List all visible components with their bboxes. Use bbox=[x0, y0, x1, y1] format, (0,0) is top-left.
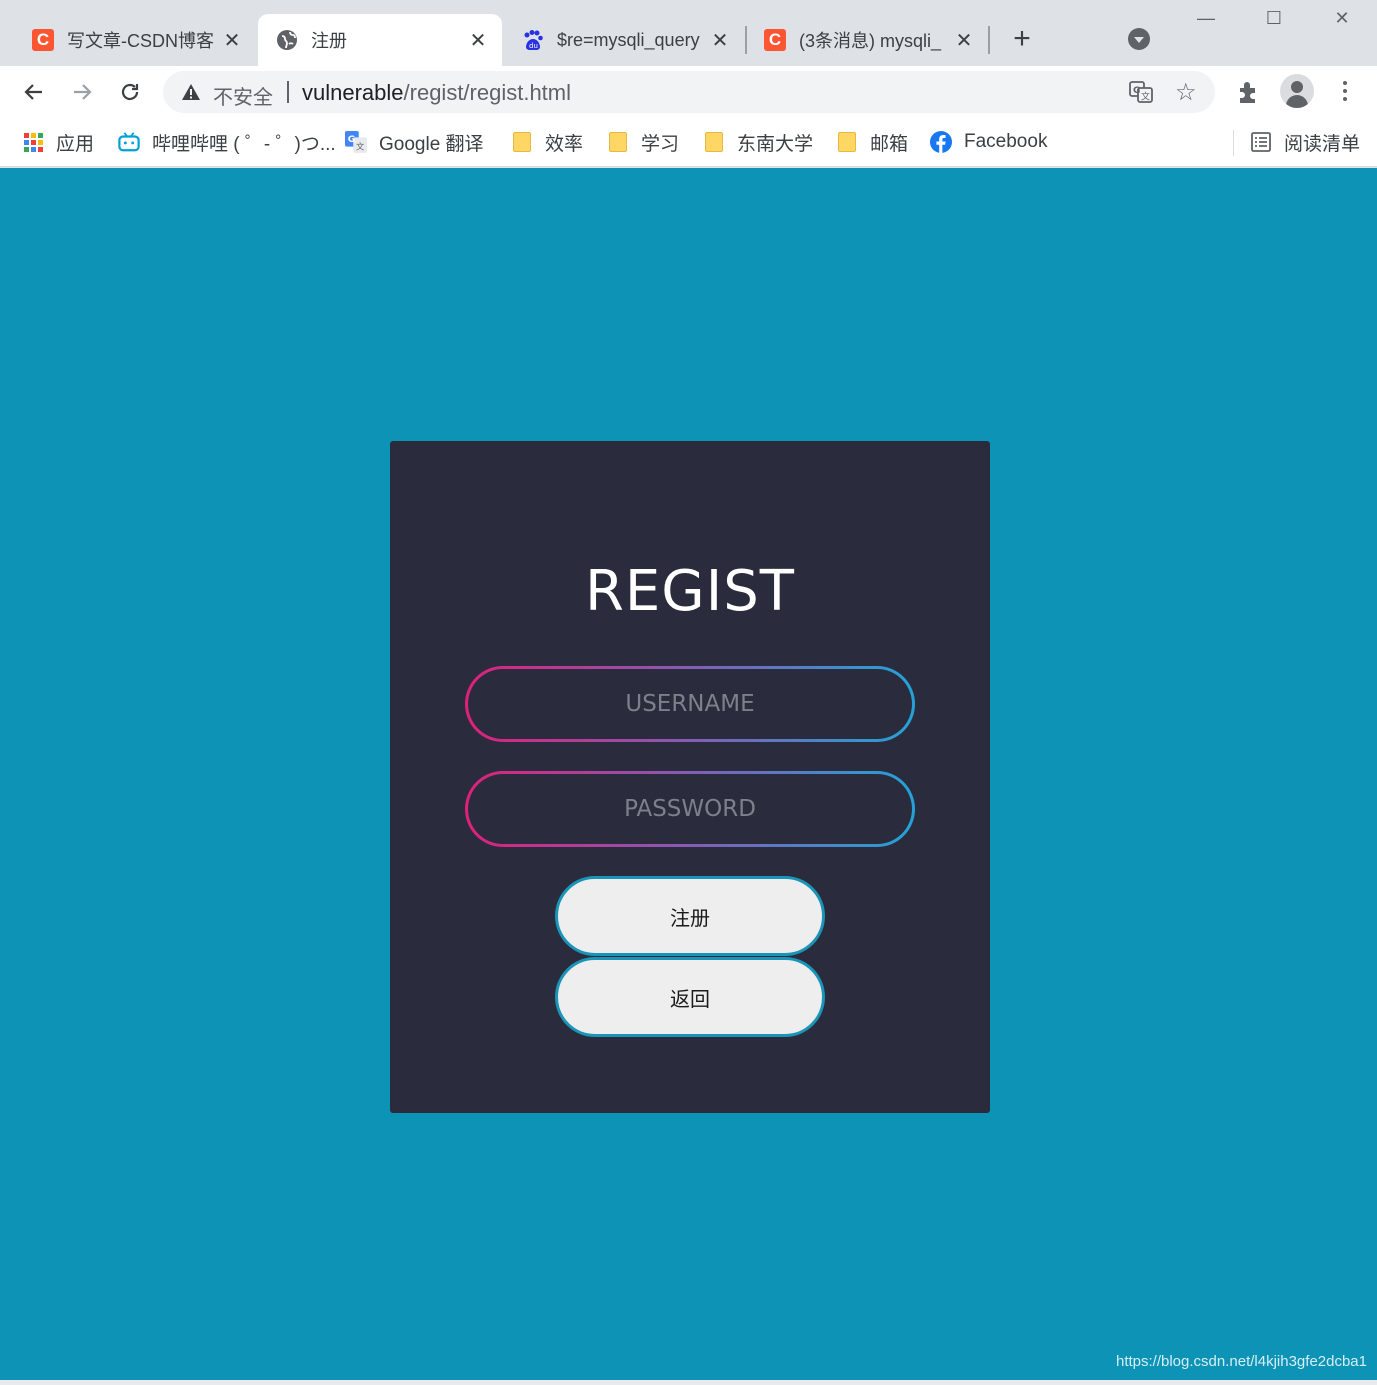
csdn-icon: C bbox=[32, 29, 54, 51]
svg-text:文: 文 bbox=[1141, 91, 1150, 103]
csdn-icon: C bbox=[764, 29, 786, 51]
bilibili-icon bbox=[118, 131, 140, 153]
address-divider bbox=[287, 81, 289, 103]
bookmark-label: 效率 bbox=[545, 133, 584, 155]
google-translate-icon: G文 bbox=[345, 131, 367, 153]
folder-icon bbox=[703, 131, 725, 153]
url-text[interactable]: vulnerable/regist/regist.html bbox=[302, 80, 571, 106]
reading-list-button[interactable]: 阅读清单 bbox=[1250, 127, 1360, 157]
form-title: REGIST bbox=[585, 559, 795, 624]
username-field-inner bbox=[468, 669, 912, 739]
baidu-icon: du bbox=[522, 29, 544, 51]
close-icon[interactable]: ✕ bbox=[710, 28, 730, 53]
bookmark-google-translate[interactable]: G文 Google 翻译 bbox=[345, 127, 484, 157]
svg-text:文: 文 bbox=[356, 141, 364, 151]
bookmark-star-icon[interactable]: ☆ bbox=[1175, 78, 1197, 107]
bookmark-label: 东南大学 bbox=[737, 133, 814, 155]
bookmark-label: 哔哩哔哩 ( ゜- ゜)つ... bbox=[152, 133, 336, 155]
url-path: /regist/regist.html bbox=[403, 80, 572, 105]
bookmark-folder-seu[interactable]: 东南大学 bbox=[703, 127, 813, 157]
tab-title: (3条消息) mysqli_ bbox=[799, 31, 942, 51]
tab-title: $re=mysqli_query bbox=[557, 29, 700, 50]
url-host: vulnerable bbox=[302, 80, 404, 105]
password-input[interactable] bbox=[490, 796, 890, 822]
svg-text:G: G bbox=[348, 134, 356, 145]
password-field-inner bbox=[468, 774, 912, 844]
back-icon[interactable] bbox=[18, 76, 50, 108]
svg-text:du: du bbox=[529, 42, 538, 50]
bookmark-separator bbox=[1233, 130, 1234, 156]
bookmark-facebook[interactable]: Facebook bbox=[930, 127, 1047, 157]
warning-icon[interactable] bbox=[181, 82, 201, 107]
tab-separator bbox=[988, 26, 990, 54]
bookmark-folder-study[interactable]: 学习 bbox=[607, 127, 679, 157]
tab-title: 注册 bbox=[311, 31, 347, 51]
bookmark-label: Google 翻译 bbox=[379, 133, 484, 155]
security-label[interactable]: 不安全 bbox=[213, 81, 273, 110]
window-close-icon[interactable]: ✕ bbox=[1322, 8, 1362, 38]
extensions-icon[interactable] bbox=[1236, 79, 1262, 105]
bookmark-label: Facebook bbox=[964, 131, 1048, 152]
bookmark-folder-efficiency[interactable]: 效率 bbox=[511, 127, 583, 157]
tab-csdn-write[interactable]: C 写文章-CSDN博客 ✕ bbox=[14, 14, 256, 66]
address-bar[interactable]: 不安全 vulnerable/regist/regist.html G文 ☆ bbox=[163, 71, 1215, 113]
folder-icon bbox=[836, 131, 858, 153]
browser-toolbar: 不安全 vulnerable/regist/regist.html G文 ☆ bbox=[0, 66, 1377, 118]
watermark-text: https://blog.csdn.net/l4kjih3gfe2dcba1 bbox=[1115, 1353, 1367, 1370]
folder-icon bbox=[511, 131, 533, 153]
facebook-icon bbox=[930, 131, 952, 153]
apps-icon bbox=[22, 131, 44, 153]
tab-regist[interactable]: 注册 ✕ bbox=[258, 14, 502, 66]
tab-baidu-search[interactable]: du $re=mysqli_query ✕ bbox=[504, 14, 744, 66]
profile-avatar[interactable] bbox=[1280, 74, 1314, 108]
close-icon[interactable]: ✕ bbox=[222, 28, 242, 53]
bookmark-label: 邮箱 bbox=[870, 133, 909, 155]
page-viewport: REGIST 注册 返回 https://blog.csdn.net/l4kji… bbox=[0, 168, 1377, 1380]
reload-icon[interactable] bbox=[114, 76, 146, 108]
register-button[interactable]: 注册 bbox=[555, 876, 825, 956]
avatar-head bbox=[1291, 81, 1303, 93]
reading-list-label: 阅读清单 bbox=[1284, 133, 1361, 155]
close-icon[interactable]: ✕ bbox=[954, 28, 974, 53]
bookmarks-bar: 应用 哔哩哔哩 ( ゜- ゜)つ... G文 Google 翻译 效率 学习 东… bbox=[0, 118, 1377, 167]
bookmark-apps[interactable]: 应用 bbox=[22, 127, 94, 157]
username-input[interactable] bbox=[490, 691, 890, 717]
tab-csdn-messages[interactable]: C (3条消息) mysqli_ ✕ bbox=[746, 14, 988, 66]
regist-form-card: REGIST 注册 返回 bbox=[390, 441, 990, 1113]
tab-title: 写文章-CSDN博客 bbox=[67, 31, 214, 51]
folder-icon bbox=[607, 131, 629, 153]
menu-icon[interactable] bbox=[1334, 78, 1356, 106]
svg-text:G: G bbox=[1133, 86, 1140, 96]
back-button[interactable]: 返回 bbox=[555, 957, 825, 1037]
window-bottom-edge bbox=[0, 1380, 1377, 1385]
globe-icon bbox=[276, 29, 298, 51]
translate-icon[interactable]: G文 bbox=[1129, 80, 1153, 104]
new-tab-button[interactable]: + bbox=[1006, 24, 1038, 56]
tab-strip: C 写文章-CSDN博客 ✕ 注册 ✕ du $re=mysqli_query … bbox=[0, 0, 1377, 66]
bookmark-bilibili[interactable]: 哔哩哔哩 ( ゜- ゜)つ... bbox=[118, 127, 336, 157]
maximize-icon[interactable]: ☐ bbox=[1254, 8, 1294, 38]
bookmark-label: 学习 bbox=[641, 133, 680, 155]
avatar-body bbox=[1286, 95, 1308, 108]
close-icon[interactable]: ✕ bbox=[468, 28, 488, 53]
reading-list-icon bbox=[1250, 131, 1272, 153]
username-field-border bbox=[465, 666, 915, 742]
tab-search-icon[interactable] bbox=[1128, 28, 1150, 50]
bookmark-folder-mail[interactable]: 邮箱 bbox=[836, 127, 908, 157]
bookmark-label: 应用 bbox=[56, 133, 95, 155]
forward-icon[interactable] bbox=[66, 76, 98, 108]
minimize-icon[interactable]: — bbox=[1186, 8, 1226, 38]
password-field-border bbox=[465, 771, 915, 847]
